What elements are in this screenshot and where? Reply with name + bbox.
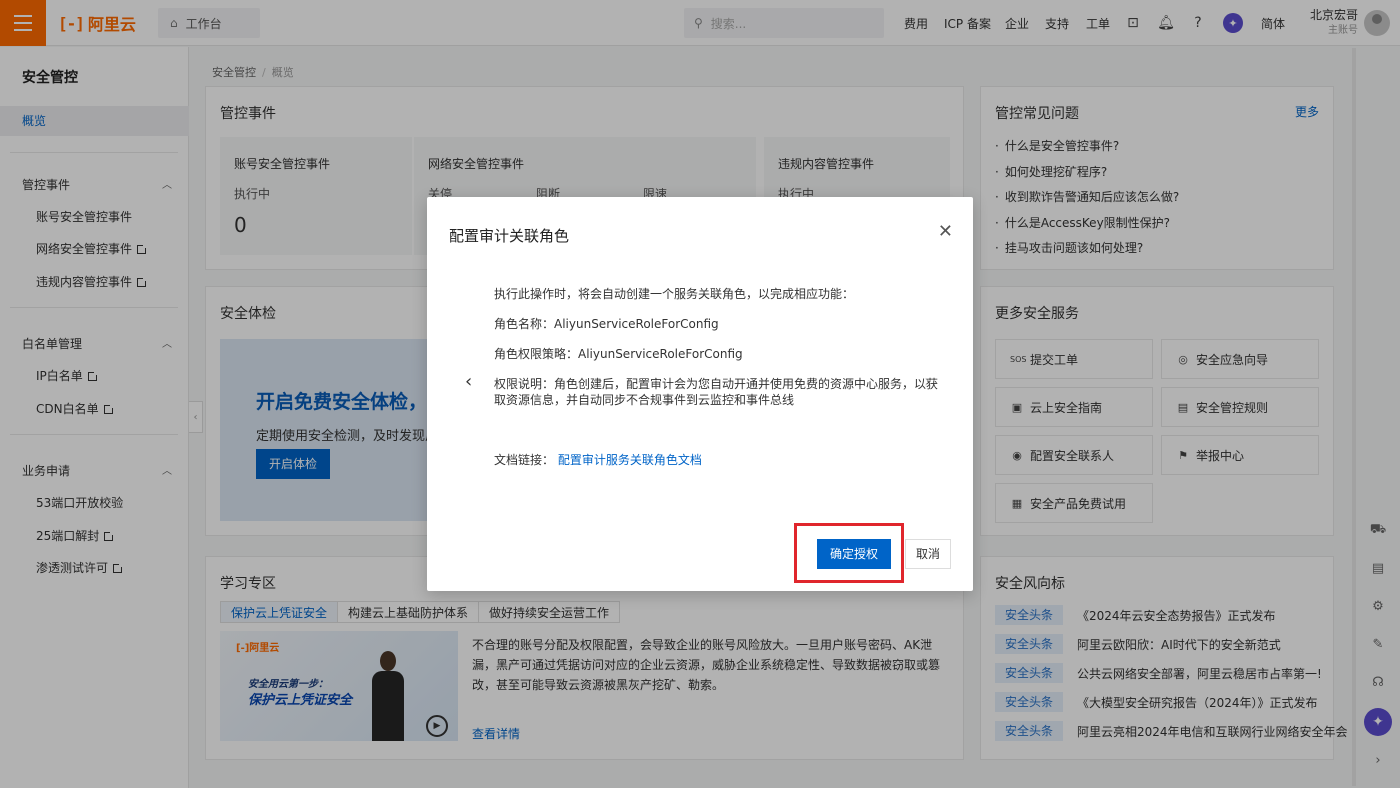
cancel-button[interactable]: 取消 [905,539,951,569]
doc-row: 文档链接： 配置审计服务关联角色文档 [494,451,702,469]
doc-label: 文档链接： [494,453,555,467]
dialog-title: 配置审计关联角色 [449,227,570,245]
close-icon[interactable]: ✕ [938,221,953,242]
authorize-role-dialog: 配置审计关联角色 ✕ ‹ › 执行此操作时，将会自动创建一个服务关联角色，以完成… [427,197,973,591]
confirm-authorize-button[interactable]: 确定授权 [817,539,891,569]
dialog-intro: 执行此操作时，将会自动创建一个服务关联角色，以完成相应功能： [494,287,855,301]
role-policy: 角色权限策略：AliyunServiceRoleForConfig [494,347,743,361]
role-name: 角色名称：AliyunServiceRoleForConfig [494,317,719,331]
permission-line2: 取资源信息，并自动同步不合规事件到云监控和事件总线 [494,393,795,407]
chevron-left-icon[interactable]: ‹ [465,371,472,392]
doc-link[interactable]: 配置审计服务关联角色文档 [558,453,702,467]
